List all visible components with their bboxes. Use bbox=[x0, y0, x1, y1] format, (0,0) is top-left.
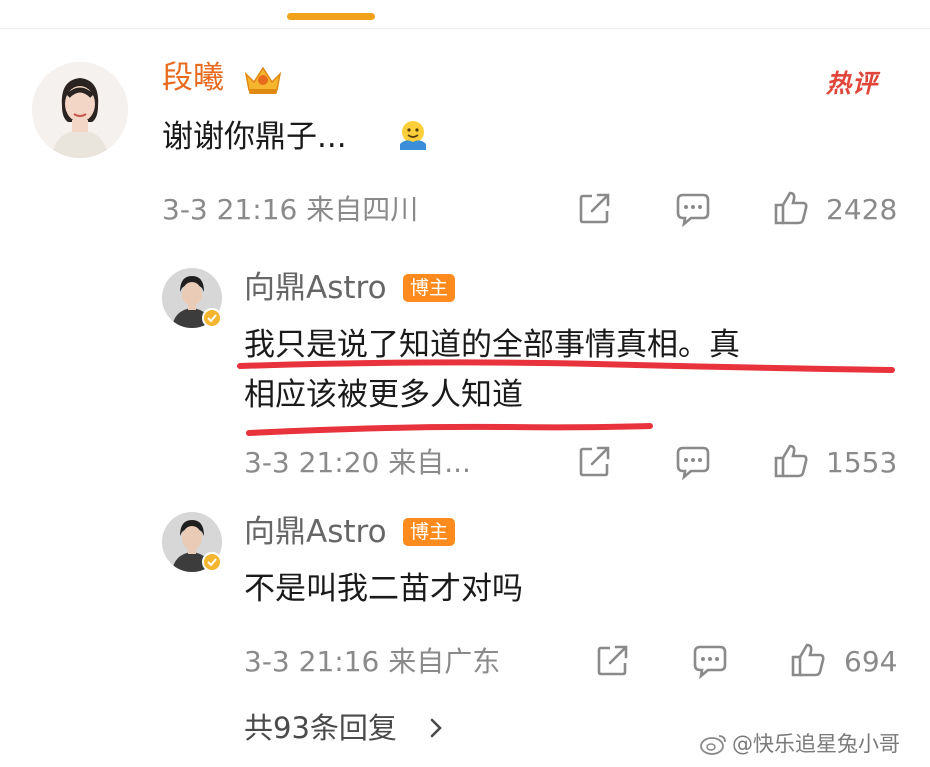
crown-icon bbox=[244, 66, 282, 94]
share-icon[interactable] bbox=[578, 444, 612, 478]
comment-icon[interactable] bbox=[675, 444, 711, 480]
divider bbox=[0, 28, 930, 29]
reply-timestamp: 3-3 21:20 来自... bbox=[244, 446, 471, 479]
comment-text: 谢谢你鼎子... bbox=[162, 119, 347, 155]
comment-thread: 段曦 热评 谢谢你鼎子... 3-3 21:16 来自四川 2428 向鼎Ast… bbox=[0, 0, 930, 767]
verified-icon bbox=[202, 308, 222, 328]
reply-username[interactable]: 向鼎Astro bbox=[244, 514, 387, 550]
chevron-right-icon[interactable] bbox=[428, 716, 444, 740]
reply-text-line: 我只是说了知道的全部事情真相。真 bbox=[244, 327, 740, 363]
comment-icon[interactable] bbox=[692, 643, 728, 679]
comment-timestamp: 3-3 21:16 来自四川 bbox=[162, 193, 419, 226]
drag-handle[interactable] bbox=[287, 13, 375, 20]
watermark: @快乐追星兔小哥 bbox=[732, 732, 900, 756]
avatar[interactable] bbox=[32, 62, 128, 158]
blogger-badge: 博主 bbox=[403, 274, 456, 302]
like-count: 694 bbox=[844, 645, 898, 678]
verified-icon bbox=[202, 552, 222, 572]
like-icon[interactable] bbox=[773, 443, 809, 479]
reply-text-line: 相应该被更多人知道 bbox=[244, 377, 523, 413]
reply-timestamp: 3-3 21:16 来自广东 bbox=[244, 645, 501, 678]
highlight-underline bbox=[246, 423, 653, 436]
reply-username[interactable]: 向鼎Astro bbox=[244, 270, 387, 306]
hug-emoji-icon bbox=[400, 121, 426, 150]
comment-username[interactable]: 段曦 bbox=[162, 60, 224, 96]
share-icon[interactable] bbox=[596, 643, 630, 677]
like-icon[interactable] bbox=[773, 190, 809, 226]
blogger-badge: 博主 bbox=[403, 518, 456, 546]
hot-comment-tag: 热评 bbox=[826, 69, 879, 98]
weibo-logo-icon bbox=[700, 735, 726, 755]
like-count: 2428 bbox=[826, 193, 898, 226]
like-icon[interactable] bbox=[790, 642, 826, 678]
reply-text-line: 不是叫我二苗才对吗 bbox=[244, 571, 523, 607]
comment-icon[interactable] bbox=[675, 191, 711, 227]
share-icon[interactable] bbox=[578, 191, 612, 225]
like-count: 1553 bbox=[826, 446, 898, 479]
more-replies-link[interactable]: 共93条回复 bbox=[244, 710, 397, 746]
